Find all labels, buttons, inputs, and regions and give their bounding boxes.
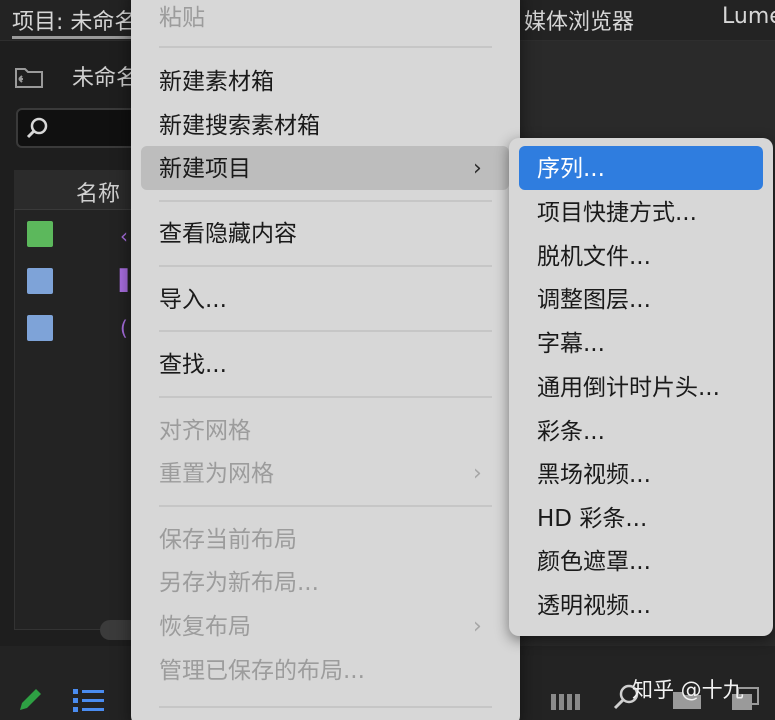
menu-separator (159, 200, 492, 202)
menu-item-align-to-grid: 对齐网格 (159, 418, 251, 444)
menu-separator (159, 505, 492, 507)
submenu-item-project-shortcut[interactable]: 项目快捷方式... (537, 197, 697, 229)
chevron-right-icon: › (473, 461, 482, 486)
pencil-icon[interactable] (16, 684, 46, 714)
submenu-item-adjustment-layer[interactable]: 调整图层... (537, 284, 651, 316)
row-glyph: ‹ (120, 224, 128, 248)
submenu-item-offline-file[interactable]: 脱机文件... (537, 241, 651, 273)
menu-separator (159, 396, 492, 398)
menu-separator (159, 265, 492, 267)
menu-separator (159, 706, 492, 708)
premiere-window: 项目: 未命名 媒体浏览器 Lume 未命名 名称 ‹ ▌ ( (0, 0, 775, 720)
menu-item-new-item[interactable]: 新建项目 (159, 153, 251, 185)
bin-folder-icon[interactable] (14, 65, 44, 89)
label-color-swatch[interactable] (27, 315, 53, 341)
context-menu: 粘贴 新建素材箱 新建搜索素材箱 新建项目 › 查看隐藏内容 导入... 查找.… (131, 0, 520, 720)
submenu-item-transparent-video[interactable]: 透明视频... (537, 590, 651, 622)
menu-item-manage-layouts: 管理已保存的布局... (159, 658, 365, 684)
menu-separator (159, 330, 492, 332)
project-name: 未命名 (72, 66, 139, 91)
chevron-right-icon: › (473, 156, 482, 181)
submenu-item-hd-bars[interactable]: HD 彩条... (537, 503, 647, 535)
submenu-item-sequence[interactable]: 序列... (537, 153, 605, 185)
menu-item-restore-layout: 恢复布局 (159, 614, 251, 640)
search-icon (26, 117, 48, 139)
active-tab-indicator (12, 36, 132, 39)
tab-lumetri[interactable]: Lume (722, 4, 775, 29)
submenu-item-countdown-leader[interactable]: 通用倒计时片头... (537, 372, 720, 404)
tab-media-browser[interactable]: 媒体浏览器 (524, 4, 634, 36)
menu-item-import[interactable]: 导入... (159, 284, 227, 316)
menu-item-save-as-new-layout: 另存为新布局... (159, 570, 319, 596)
column-header-name[interactable]: 名称 (76, 176, 120, 208)
submenu-item-caption[interactable]: 字幕... (537, 328, 605, 360)
chevron-right-icon: › (473, 614, 482, 639)
label-color-swatch[interactable] (27, 221, 53, 247)
row-glyph: ( (120, 316, 128, 340)
submenu-item-black-video[interactable]: 黑场视频... (537, 459, 651, 491)
menu-item-save-layout: 保存当前布局 (159, 527, 297, 553)
label-color-swatch[interactable] (27, 268, 53, 294)
storyboard-icon[interactable] (550, 690, 582, 712)
list-view-icon[interactable] (72, 686, 106, 714)
submenu-item-color-matte[interactable]: 颜色遮罩... (537, 546, 651, 578)
new-item-submenu: 序列... 项目快捷方式... 脱机文件... 调整图层... 字幕... 通用… (509, 138, 773, 636)
menu-item-paste: 粘贴 (159, 5, 205, 31)
menu-item-find[interactable]: 查找... (159, 349, 227, 381)
submenu-item-bars-and-tone[interactable]: 彩条... (537, 416, 605, 448)
menu-item-view-hidden[interactable]: 查看隐藏内容 (159, 218, 297, 250)
watermark: 知乎 @十九 (632, 678, 744, 702)
menu-item-new-bin[interactable]: 新建素材箱 (159, 66, 274, 98)
menu-item-reset-to-grid: 重置为网格 (159, 461, 274, 487)
menu-item-new-search-bin[interactable]: 新建搜索素材箱 (159, 110, 320, 142)
menu-separator (159, 46, 492, 48)
tab-project[interactable]: 项目: 未命名 (12, 4, 136, 36)
